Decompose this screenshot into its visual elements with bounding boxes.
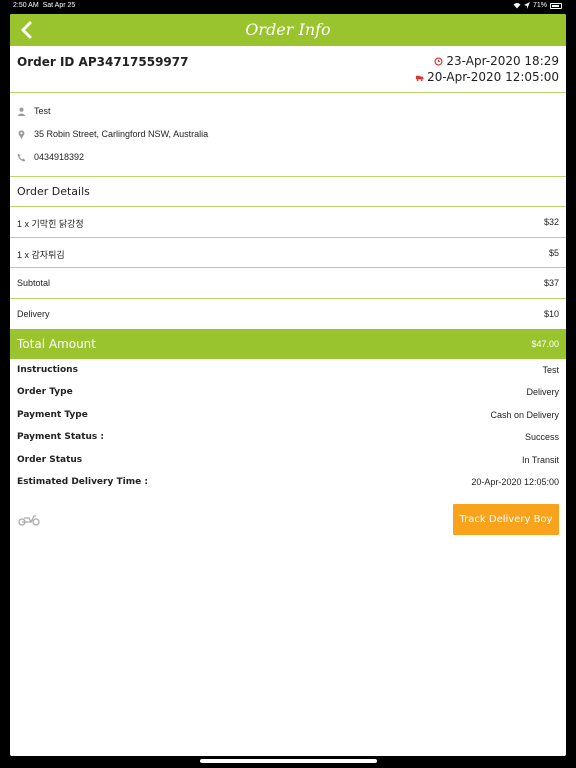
order-id: Order ID AP34717559977 bbox=[17, 55, 189, 69]
info-row-instructions: Instructions Test bbox=[17, 365, 559, 379]
delivery-at-text: 20-Apr-2020 12:05:00 bbox=[427, 70, 559, 84]
user-icon bbox=[17, 107, 26, 116]
info-row-order-type: Order Type Delivery bbox=[17, 387, 559, 401]
battery-icon bbox=[550, 2, 562, 9]
delivery-fee-row: Delivery $10 bbox=[10, 299, 566, 330]
item-price: $32 bbox=[543, 217, 559, 227]
phone-icon bbox=[17, 153, 26, 161]
info-value: Test bbox=[542, 365, 559, 375]
info-key: Instructions bbox=[17, 365, 78, 375]
subtotal-label: Subtotal bbox=[17, 278, 51, 288]
order-details-heading: Order Details bbox=[10, 177, 566, 207]
ordered-at: 23-Apr-2020 18:29 bbox=[434, 54, 559, 68]
order-info-panel: Order Info Order ID AP34717559977 23-Apr… bbox=[10, 14, 566, 756]
customer-phone-row: 0434918392 bbox=[17, 152, 84, 162]
info-key: Order Type bbox=[17, 387, 73, 397]
scooter-icon bbox=[18, 515, 40, 526]
customer-phone: 0434918392 bbox=[34, 152, 85, 162]
info-key: Payment Status : bbox=[17, 432, 104, 442]
location-arrow-icon bbox=[523, 2, 530, 9]
info-row-payment-type: Payment Type Cash on Delivery bbox=[17, 410, 559, 424]
order-item-row: 1 x 기막힌 닭강정 $32 bbox=[10, 207, 566, 238]
page-title: Order Info bbox=[245, 20, 331, 39]
item-label: 1 x 기막힌 닭강정 bbox=[17, 219, 84, 229]
info-row-order-status: Order Status In Transit bbox=[17, 455, 559, 469]
home-indicator[interactable] bbox=[200, 759, 377, 763]
customer-address: 35 Robin Street, Carlingford NSW, Austra… bbox=[34, 129, 209, 139]
info-row-payment-status: Payment Status : Success bbox=[17, 432, 559, 446]
item-price: $5 bbox=[548, 247, 559, 258]
item-label: 1 x 감자튀김 bbox=[17, 249, 65, 260]
info-value: Success bbox=[524, 432, 559, 442]
info-value: Delivery bbox=[526, 387, 559, 397]
order-info-list: Instructions Test Order Type Delivery Pa… bbox=[10, 359, 566, 499]
customer-address-row: 35 Robin Street, Carlingford NSW, Austra… bbox=[17, 129, 208, 139]
info-value: 20-Apr-2020 12:05:00 bbox=[471, 477, 559, 487]
info-value: Cash on Delivery bbox=[490, 410, 559, 420]
order-summary: Order ID AP34717559977 23-Apr-2020 18:29… bbox=[10, 46, 566, 93]
order-item-row: 1 x 감자튀김 $5 bbox=[10, 238, 566, 268]
customer-name: Test bbox=[34, 106, 51, 116]
map-pin-icon bbox=[18, 129, 25, 139]
total-amount-bar: Total Amount $47.00 bbox=[10, 329, 566, 359]
subtotal-value: $37 bbox=[543, 278, 559, 288]
status-indicators: 71% bbox=[513, 2, 562, 9]
total-value: $47.00 bbox=[531, 339, 559, 349]
info-key: Payment Type bbox=[17, 410, 88, 420]
info-key: Estimated Delivery Time : bbox=[17, 477, 148, 487]
info-key: Order Status bbox=[17, 455, 83, 465]
nav-header: Order Info bbox=[10, 14, 566, 46]
subtotal-row: Subtotal $37 bbox=[10, 268, 566, 299]
delivery-at: 20-Apr-2020 12:05:00 bbox=[415, 70, 559, 84]
status-bar: 2:50 AM Sat Apr 25 71% bbox=[0, 0, 576, 14]
status-time: 2:50 AM Sat Apr 25 bbox=[13, 2, 76, 9]
clock-icon bbox=[434, 56, 443, 66]
customer-contact: Test 35 Robin Street, Carlingford NSW, A… bbox=[10, 93, 566, 177]
info-value: In Transit bbox=[521, 455, 559, 465]
delivery-fee-value: $10 bbox=[543, 308, 559, 319]
delivery-fee-label: Delivery bbox=[17, 308, 50, 319]
info-row-estimated-delivery: Estimated Delivery Time : 20-Apr-2020 12… bbox=[17, 477, 559, 491]
battery-percent: 71% bbox=[532, 2, 547, 9]
customer-name-row: Test bbox=[17, 106, 51, 116]
track-delivery-boy-button[interactable]: Track Delivery Boy bbox=[453, 504, 559, 535]
total-label: Total Amount bbox=[17, 337, 96, 351]
ordered-at-text: 23-Apr-2020 18:29 bbox=[446, 54, 559, 68]
wifi-icon bbox=[513, 3, 521, 9]
delivery-truck-icon bbox=[415, 75, 424, 81]
